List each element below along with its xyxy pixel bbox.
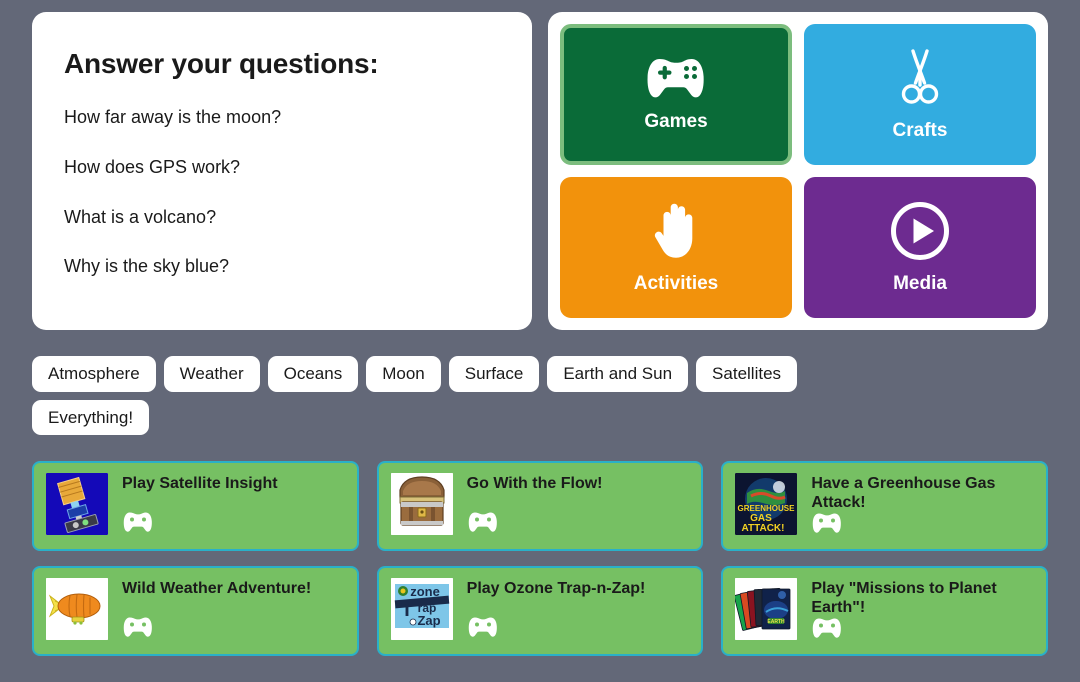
result-card[interactable]: zone T rap Zap Play Ozone Trap-n-Zap!	[376, 566, 704, 657]
question-item[interactable]: How far away is the moon?	[64, 107, 500, 128]
filter-chip-satellites[interactable]: Satellites	[696, 356, 798, 392]
filter-chip-oceans[interactable]: Oceans	[267, 356, 359, 392]
question-item[interactable]: Why is the sky blue?	[64, 257, 500, 277]
cd-cases-thumbnail: EARTH	[735, 578, 798, 641]
filter-chip-earth-and-sun[interactable]: Earth and Sun	[547, 356, 689, 392]
svg-text:ATTACK!: ATTACK!	[742, 523, 785, 534]
svg-text:zone: zone	[410, 584, 440, 599]
svg-text:T: T	[401, 599, 413, 621]
result-cards-grid: Play Satellite Insight Go With the Flow!…	[0, 435, 1080, 657]
play-icon	[889, 200, 951, 267]
filter-chip-everything[interactable]: Everything!	[32, 399, 150, 436]
filter-chip-surface[interactable]: Surface	[448, 356, 540, 392]
hand-icon	[650, 200, 702, 267]
treasure-chest-thumbnail	[390, 473, 453, 536]
filter-chips: Atmosphere Weather Oceans Moon Surface E…	[0, 330, 920, 436]
result-card-body: Have a Greenhouse Gas Attack!	[811, 473, 1034, 539]
filter-chip-moon[interactable]: Moon	[366, 356, 441, 392]
page-title: Answer your questions:	[64, 48, 379, 79]
category-tile-activities[interactable]: Activities	[560, 177, 792, 318]
category-tile-label: Activities	[633, 273, 719, 294]
gamepad-icon	[811, 512, 1034, 540]
result-card-title: Wild Weather Adventure!	[122, 580, 312, 598]
category-tile-label: Media	[893, 273, 947, 294]
gamepad-icon	[122, 616, 345, 644]
filter-chip-weather[interactable]: Weather	[163, 356, 260, 392]
category-tile-label: Crafts	[892, 120, 948, 141]
scissors-icon	[897, 47, 943, 114]
blimp-thumbnail	[46, 578, 108, 641]
gamepad-icon	[467, 511, 690, 539]
category-tile-label: Games	[644, 111, 708, 132]
result-card-title: Play Ozone Trap-n-Zap!	[466, 580, 646, 598]
ozone-trap-n-zap-thumbnail: zone T rap Zap	[390, 578, 453, 641]
result-card-title: Play "Missions to Planet Earth"!	[811, 580, 997, 617]
gamepad-icon	[467, 616, 690, 644]
satellite-thumbnail	[46, 473, 108, 536]
result-card-title: Play Satellite Insight	[122, 475, 278, 493]
result-card-body: Go With the Flow!	[467, 473, 690, 539]
result-card-body: Play "Missions to Planet Earth"!	[811, 578, 1034, 644]
greenhouse-gas-attack-thumbnail: GREENHOUSE GAS ATTACK!	[735, 473, 798, 536]
result-card[interactable]: Play Satellite Insight	[32, 461, 359, 552]
result-card[interactable]: EARTH Play "Missions to Planet Earth"!	[721, 566, 1048, 657]
result-card-body: Play Satellite Insight	[122, 473, 345, 539]
category-tiles-panel: Games Crafts Activities Media	[548, 12, 1048, 330]
gamepad-icon	[122, 511, 345, 539]
category-tile-media[interactable]: Media	[804, 177, 1036, 318]
svg-text:EARTH: EARTH	[768, 619, 786, 625]
result-card-body: Play Ozone Trap-n-Zap!	[467, 578, 690, 644]
category-tile-games[interactable]: Games	[560, 24, 792, 165]
top-row: Answer your questions: How far away is t…	[0, 0, 1080, 330]
result-card[interactable]: GREENHOUSE GAS ATTACK! Have a Greenhouse…	[721, 461, 1048, 552]
gamepad-icon	[811, 617, 1034, 645]
filter-chip-atmosphere[interactable]: Atmosphere	[32, 356, 156, 392]
category-tile-crafts[interactable]: Crafts	[804, 24, 1036, 165]
result-card-title: Have a Greenhouse Gas Attack!	[811, 475, 996, 512]
question-item[interactable]: What is a volcano?	[64, 207, 500, 228]
result-card[interactable]: Go With the Flow!	[376, 461, 704, 552]
question-item[interactable]: How does GPS work?	[64, 157, 500, 178]
questions-panel: Answer your questions: How far away is t…	[32, 12, 532, 330]
result-card-title: Go With the Flow!	[466, 475, 603, 493]
result-card[interactable]: Wild Weather Adventure!	[32, 566, 359, 657]
svg-text:GREENHOUSE: GREENHOUSE	[738, 504, 796, 513]
gamepad-icon	[645, 56, 707, 105]
svg-text:Zap: Zap	[417, 613, 440, 628]
result-card-body: Wild Weather Adventure!	[122, 578, 345, 644]
